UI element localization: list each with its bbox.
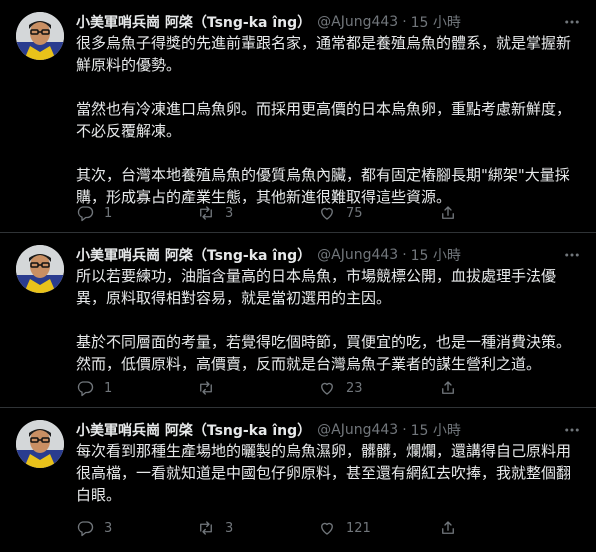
tweet[interactable]: 小美軍哨兵崗 阿棨（Tsng-ka îng） @AJung443 · 15 小時… (0, 0, 596, 233)
tweet-paragraph: 每次看到那種生產場地的曬製的烏魚濕卵，髒髒，爛爛，還講得自己原料用很高檔，一看就… (76, 442, 572, 504)
retweet-button[interactable] (197, 379, 318, 397)
separator-dot: · (402, 247, 407, 263)
reply-icon (77, 206, 94, 222)
heart-icon (321, 207, 333, 220)
separator-dot: · (402, 14, 407, 30)
author-handle[interactable]: @AJung443 (317, 422, 398, 438)
timestamp[interactable]: 15 小時 (411, 420, 461, 440)
more-icon[interactable] (562, 12, 582, 32)
avatar[interactable] (16, 245, 64, 293)
timeline: 小美軍哨兵崗 阿棨（Tsng-ka îng） @AJung443 · 15 小時… (0, 0, 596, 552)
tweet-text: 很多烏魚子得獎的先進前輩跟名家，通常都是養殖烏魚的體系，就是掌握新鮮原料的優勢。… (76, 32, 578, 208)
tweet-actions: 3 3 121 (76, 518, 556, 538)
heart-icon (321, 522, 333, 535)
tweet[interactable]: 小美軍哨兵崗 阿棨（Tsng-ka îng） @AJung443 · 15 小時… (0, 408, 596, 552)
share-icon (442, 206, 454, 219)
reply-button[interactable]: 1 (76, 204, 197, 222)
retweet-button[interactable]: 3 (197, 204, 318, 222)
tweet-text: 每次看到那種生產場地的曬製的烏魚濕卵，髒髒，爛爛，還講得自己原料用很高檔，一看就… (76, 440, 578, 506)
avatar[interactable] (16, 12, 64, 60)
tweet-actions: 1 3 75 (76, 203, 556, 223)
share-button[interactable] (439, 204, 467, 222)
like-count: 75 (346, 205, 363, 221)
like-button[interactable]: 121 (318, 519, 439, 537)
tweet-paragraph: 當然也有冷凍進口烏魚卵。而採用更高價的日本烏魚卵，重點考慮新鮮度，不必反覆解凍。 (76, 100, 572, 140)
tweet-paragraph: 所以若要練功，油脂含量高的日本烏魚，市場競標公開，血拔處理手法優異，原料取得相對… (76, 267, 557, 307)
retweet-icon (200, 521, 212, 535)
timestamp[interactable]: 15 小時 (411, 12, 461, 32)
reply-button[interactable]: 1 (76, 379, 197, 397)
share-button[interactable] (439, 519, 467, 537)
reply-count: 3 (104, 520, 113, 536)
tweet-header: 小美軍哨兵崗 阿棨（Tsng-ka îng） @AJung443 · 15 小時 (76, 420, 582, 440)
author-name[interactable]: 小美軍哨兵崗 阿棨（Tsng-ka îng） (76, 245, 311, 265)
author-name[interactable]: 小美軍哨兵崗 阿棨（Tsng-ka îng） (76, 12, 311, 32)
tweet-paragraph: 基於不同層面的考量，若覺得吃個時節，買便宜的吃，也是一種消費決策。然而，低價原料… (76, 333, 572, 373)
tweet[interactable]: 小美軍哨兵崗 阿棨（Tsng-ka îng） @AJung443 · 15 小時… (0, 233, 596, 408)
reply-count: 1 (104, 380, 113, 396)
like-count: 121 (346, 520, 371, 536)
author-name[interactable]: 小美軍哨兵崗 阿棨（Tsng-ka îng） (76, 420, 311, 440)
tweet-text: 所以若要練功，油脂含量高的日本烏魚，市場競標公開，血拔處理手法優異，原料取得相對… (76, 265, 578, 375)
reply-icon (77, 521, 94, 537)
retweet-icon (200, 206, 212, 220)
author-handle[interactable]: @AJung443 (317, 14, 398, 30)
retweet-button[interactable]: 3 (197, 519, 318, 537)
share-button[interactable] (439, 379, 467, 397)
tweet-header: 小美軍哨兵崗 阿棨（Tsng-ka îng） @AJung443 · 15 小時 (76, 12, 582, 32)
reply-button[interactable]: 3 (76, 519, 197, 537)
like-count: 23 (346, 380, 363, 396)
author-handle[interactable]: @AJung443 (317, 247, 398, 263)
more-icon[interactable] (562, 420, 582, 440)
reply-count: 1 (104, 205, 113, 221)
retweet-icon (200, 381, 212, 395)
tweet-header: 小美軍哨兵崗 阿棨（Tsng-ka îng） @AJung443 · 15 小時 (76, 245, 582, 265)
share-icon (442, 521, 454, 534)
tweet-actions: 1 23 (76, 378, 556, 398)
tweet-paragraph: 很多烏魚子得獎的先進前輩跟名家，通常都是養殖烏魚的體系，就是掌握新鮮原料的優勢。 (76, 34, 572, 74)
like-button[interactable]: 75 (318, 204, 439, 222)
heart-icon (321, 382, 333, 395)
share-icon (442, 381, 454, 394)
tweet-paragraph: 其次，台灣本地養殖烏魚的優質烏魚內臟，都有固定樁腳長期"綁架"大量採購，形成寡占… (76, 166, 570, 206)
timestamp[interactable]: 15 小時 (411, 245, 461, 265)
avatar[interactable] (16, 420, 64, 468)
retweet-count: 3 (225, 205, 234, 221)
separator-dot: · (402, 422, 407, 438)
more-icon[interactable] (562, 245, 582, 265)
retweet-count: 3 (225, 520, 234, 536)
reply-icon (77, 381, 94, 397)
like-button[interactable]: 23 (318, 379, 439, 397)
